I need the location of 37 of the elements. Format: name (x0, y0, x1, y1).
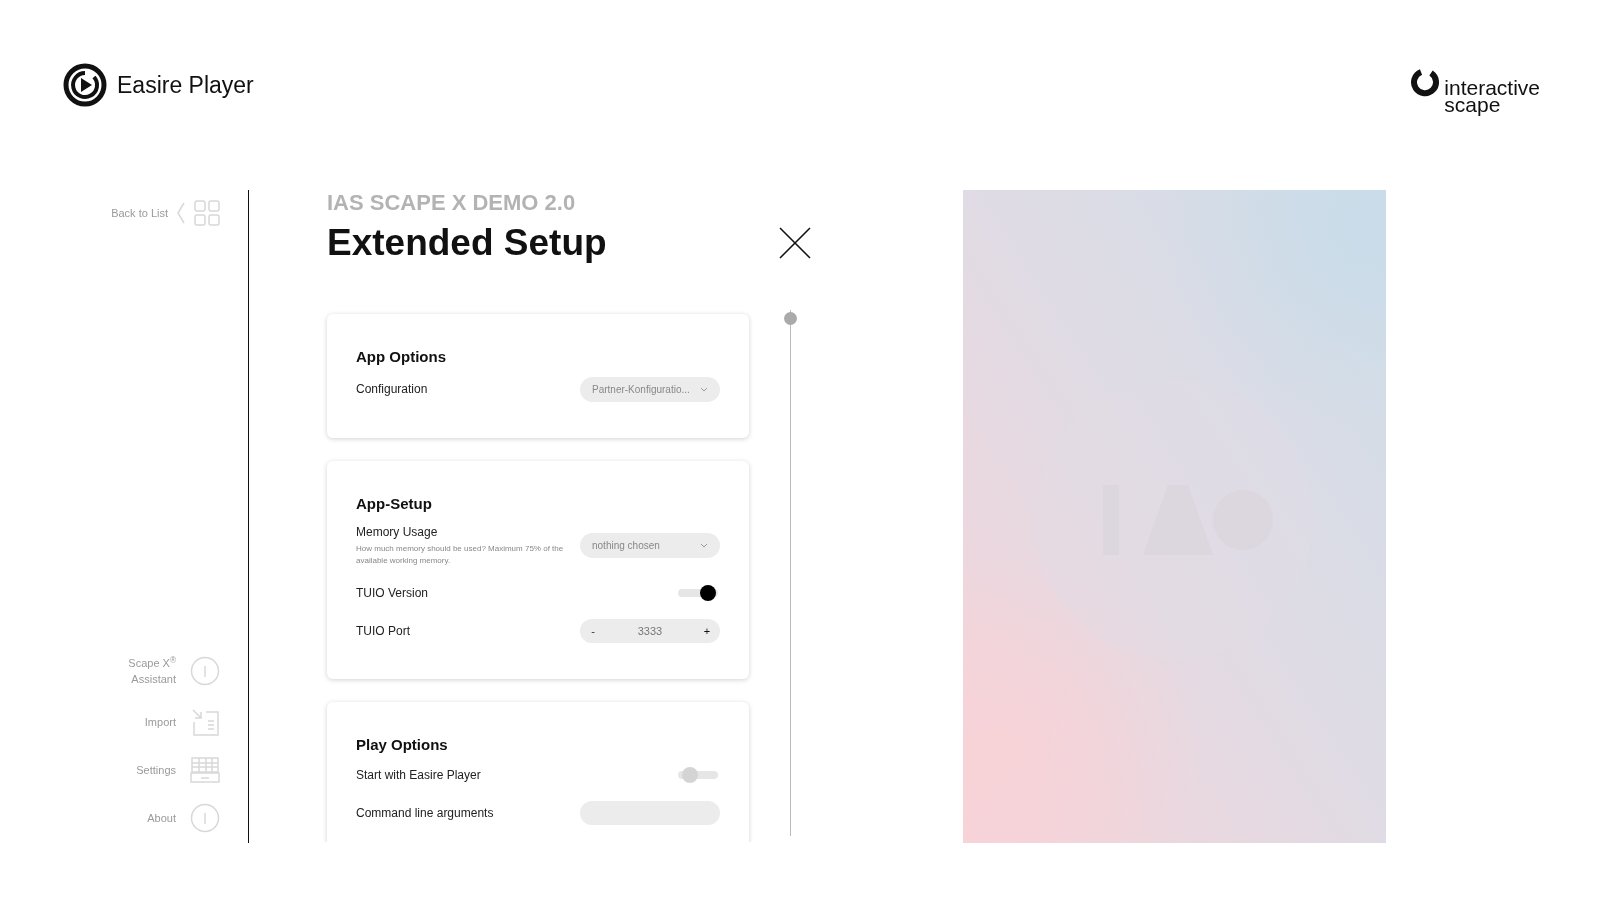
subtitle: IAS SCAPE X DEMO 2.0 (327, 190, 577, 216)
dropdown[interactable]: nothing chosen (580, 532, 720, 558)
page-title: Extended Setup (327, 221, 607, 265)
chevron-left-icon[interactable] (176, 202, 186, 224)
decrement-button[interactable]: - (588, 622, 598, 640)
toggle-switch[interactable] (678, 583, 718, 603)
field-hint: How much memory should be used? Maximum 75% of the available working memory. (356, 543, 565, 567)
field-label: Configuration (356, 381, 429, 398)
section-title: App-Setup (356, 493, 433, 514)
section-title: Play Options (356, 735, 449, 755)
grid-icon[interactable] (194, 200, 220, 226)
back-link[interactable]: Back to List (111, 204, 168, 222)
caret-icon (700, 386, 708, 392)
caret-icon (700, 542, 708, 548)
field-label: TUIO Port (356, 623, 411, 640)
import-icon[interactable] (190, 707, 220, 737)
field-label: Memory Usage (356, 524, 439, 541)
close-icon[interactable] (779, 227, 811, 259)
nav-label[interactable]: Import (116, 714, 176, 730)
port-value: 3333 (637, 623, 663, 639)
play-logo-icon (63, 63, 107, 107)
field-label: Start with Easire Player (356, 766, 482, 784)
dropdown[interactable]: Partner-Konfiguratio... (580, 376, 720, 402)
app-name: Easire Player (117, 70, 254, 100)
field-label: TUIO Version (356, 585, 430, 602)
brand-logo-icon (1410, 67, 1441, 97)
section-title: App Options (356, 347, 447, 367)
nav-label[interactable]: Settings (116, 762, 176, 778)
increment-button[interactable]: + (702, 622, 712, 640)
scroll-handle[interactable] (783, 312, 797, 325)
keyboard-icon[interactable] (190, 757, 220, 783)
info-icon[interactable] (190, 656, 220, 686)
nav-label[interactable]: Scape X$^{®}$ Assistant (116, 655, 176, 687)
info-icon[interactable] (190, 803, 220, 833)
nav-label[interactable]: About (116, 810, 176, 826)
brand-text: interactive (1444, 79, 1540, 96)
field-label: Command line arguments (356, 804, 495, 822)
